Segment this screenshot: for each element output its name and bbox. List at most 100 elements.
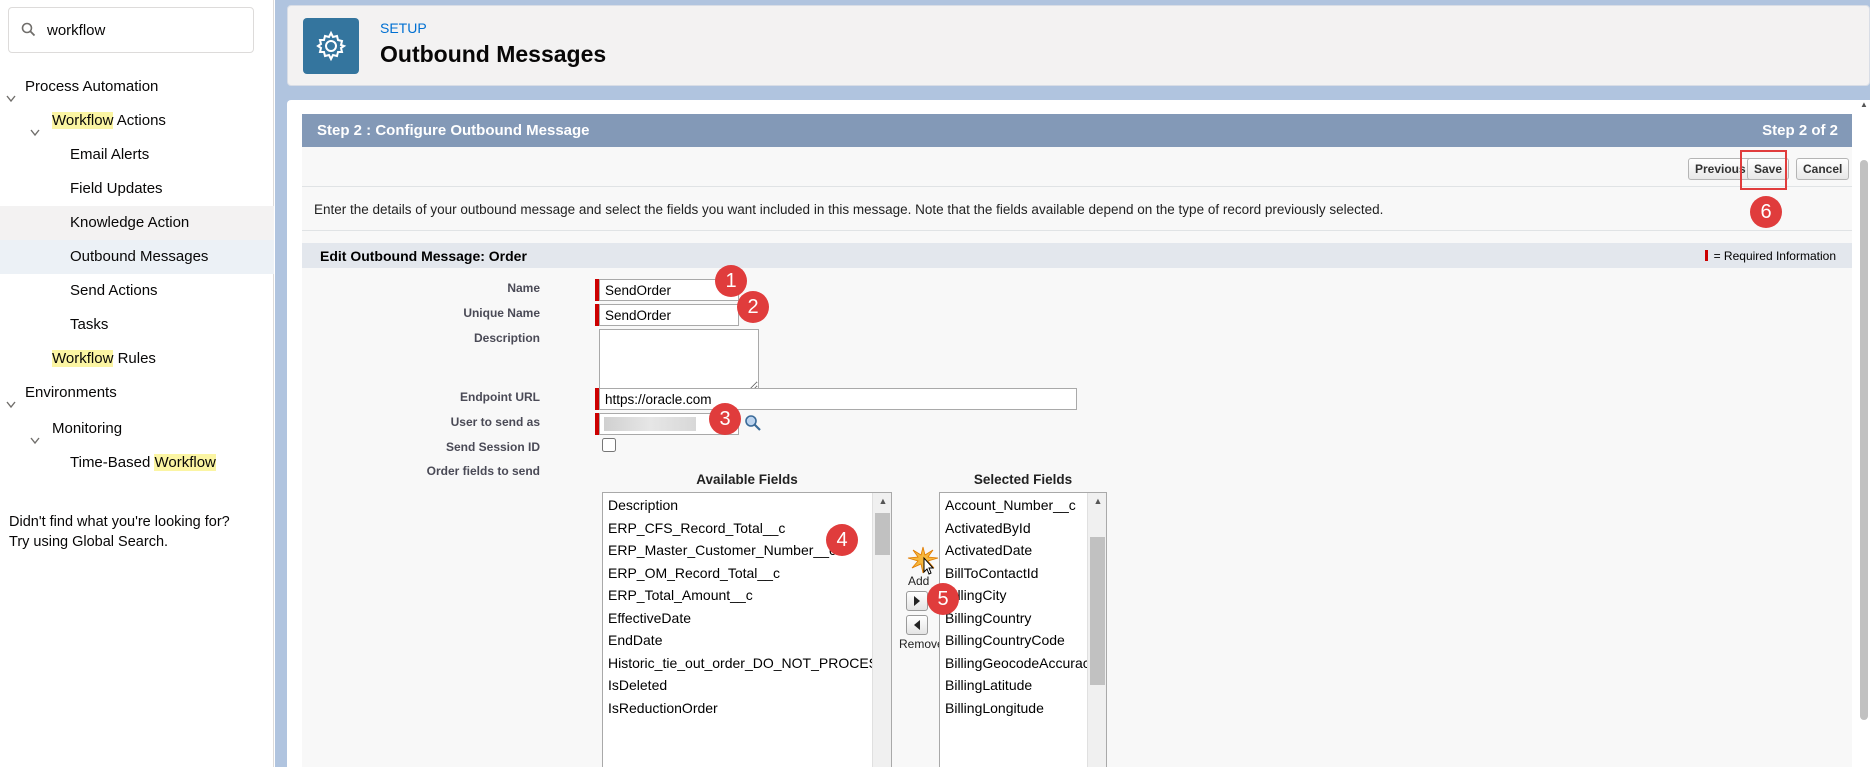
tree-item-email-alerts[interactable]: Email Alerts — [0, 138, 274, 172]
scrollbar[interactable]: ▲ — [1087, 493, 1106, 767]
tree-item-label: Knowledge Action — [70, 214, 190, 231]
scroll-up-icon[interactable]: ▲ — [873, 493, 891, 509]
list-option[interactable]: BillingLongitude — [945, 697, 1044, 719]
divider — [302, 230, 1852, 231]
required-legend: = Required Information — [1704, 249, 1836, 263]
tree-item-time-based-workflow[interactable]: Time-Based Workflow — [0, 446, 274, 480]
step-badge: 5 — [927, 583, 959, 615]
scroll-thumb[interactable] — [1860, 160, 1868, 720]
tree-item-label: Actions — [113, 112, 166, 129]
breadcrumb[interactable]: SETUP — [380, 20, 427, 36]
redacted-value — [604, 417, 696, 431]
add-label: Add — [908, 574, 930, 588]
list-option[interactable]: ERP_Total_Amount__c — [608, 584, 753, 606]
tree-item-label: Email Alerts — [70, 146, 150, 163]
list-option[interactable]: ActivatedById — [945, 517, 1031, 539]
quick-find-box[interactable] — [8, 7, 254, 53]
selected-fields-title: Selected Fields — [973, 472, 1073, 487]
search-highlight: Workflow — [52, 112, 114, 129]
send-session-id-checkbox[interactable] — [602, 438, 616, 452]
outbound-message-wizard: Step 2 : Configure Outbound Message Step… — [302, 114, 1852, 767]
section-title: Edit Outbound Message: Order — [320, 248, 527, 264]
tree-item-label: Send Actions — [70, 282, 158, 299]
section-header: Edit Outbound Message: Order = Required … — [302, 243, 1852, 268]
list-option[interactable]: IsDeleted — [608, 674, 667, 696]
step-badge: 4 — [826, 524, 858, 556]
tree-item-workflow-rules[interactable]: Workflow Rules — [0, 342, 274, 376]
tree-item-label: Outbound Messages — [70, 248, 209, 265]
description-textarea[interactable] — [599, 329, 759, 391]
tree-item-label: Rules — [113, 350, 156, 367]
list-option[interactable]: BillingCountryCode — [945, 629, 1065, 651]
tree-item-environments[interactable]: Environments — [0, 376, 274, 410]
intro-text: Enter the details of your outbound messa… — [314, 202, 1384, 217]
tree-item-knowledge-action[interactable]: Knowledge Action — [0, 206, 274, 240]
sidebar-help-text: Didn't find what you're looking for? Try… — [9, 512, 269, 552]
tree-item-tasks[interactable]: Tasks — [0, 308, 274, 342]
required-marker — [1704, 250, 1708, 261]
list-option[interactable]: BillingLatitude — [945, 674, 1032, 696]
page-header: SETUP Outbound Messages — [287, 5, 1870, 86]
list-option[interactable]: Account_Number__c — [945, 494, 1076, 516]
unique-name-input[interactable] — [599, 304, 739, 326]
step-badge: 3 — [709, 403, 741, 435]
quick-find-input[interactable] — [45, 17, 245, 43]
tree-item-label: Field Updates — [70, 180, 163, 197]
list-option[interactable]: EndDate — [608, 629, 662, 651]
scroll-thumb[interactable] — [875, 513, 890, 555]
remove-button[interactable] — [906, 615, 928, 635]
setup-sidebar: Process Automation Workflow Actions Emai… — [0, 0, 274, 767]
step-badge: 1 — [715, 265, 747, 297]
endpoint-url-label: Endpoint URL — [460, 390, 540, 404]
tree-item-workflow-actions[interactable]: Workflow Actions — [0, 104, 274, 138]
scrollbar[interactable]: ▲ — [872, 493, 891, 767]
send-session-id-label: Send Session ID — [445, 440, 540, 454]
endpoint-url-input[interactable] — [599, 388, 1077, 410]
list-option[interactable]: EffectiveDate — [608, 607, 691, 629]
add-button[interactable] — [906, 591, 928, 611]
scroll-up-icon[interactable]: ▲ — [1859, 100, 1869, 112]
tree-item-outbound-messages[interactable]: Outbound Messages — [0, 240, 274, 274]
user-to-send-as-label: User to send as — [450, 415, 540, 429]
search-highlight: Workflow — [154, 454, 216, 471]
page-scrollbar[interactable]: ▲ — [1858, 100, 1870, 767]
list-option[interactable]: ActivatedDate — [945, 539, 1032, 561]
name-label: Name — [507, 281, 540, 295]
scroll-up-icon[interactable]: ▲ — [1088, 493, 1106, 509]
selected-fields-list[interactable]: Account_Number__c ActivatedById ActivatedD… — [939, 492, 1107, 767]
tree-item-label: Process Automation — [25, 78, 159, 95]
button-row: Previous Save Cancel — [302, 147, 1852, 190]
description-label: Description — [473, 331, 540, 345]
step-count: Step 2 of 2 — [1762, 122, 1838, 139]
step-title: Step 2 : Configure Outbound Message — [317, 122, 590, 139]
tree-item-label: Environments — [25, 384, 117, 401]
order-fields-label: Order fields to send — [426, 464, 540, 478]
main-area: SETUP Outbound Messages Step 2 : Configu… — [275, 0, 1870, 767]
tree-item-monitoring[interactable]: Monitoring — [0, 412, 274, 446]
page-title: Outbound Messages — [380, 41, 607, 67]
unique-name-label: Unique Name — [463, 306, 540, 320]
gear-icon — [303, 18, 359, 74]
list-option[interactable]: ERP_OM_Record_Total__c — [608, 562, 780, 584]
list-option[interactable]: BillingGeocodeAccuracy — [945, 652, 1097, 674]
step-badge: 2 — [737, 291, 769, 323]
save-highlight-box — [1740, 150, 1787, 190]
tree-item-label: Monitoring — [52, 420, 123, 437]
available-fields-title: Available Fields — [696, 472, 798, 487]
list-option[interactable]: BillToContactId — [945, 562, 1038, 584]
cancel-button[interactable]: Cancel — [1796, 158, 1850, 180]
help-line: Didn't find what you're looking for? — [9, 514, 230, 530]
search-highlight: Workflow — [52, 350, 114, 367]
list-option[interactable]: BillingCountry — [945, 607, 1031, 629]
list-option[interactable]: IsReductionOrder — [608, 697, 718, 719]
tree-item-send-actions[interactable]: Send Actions — [0, 274, 274, 308]
list-option[interactable]: ERP_CFS_Record_Total__c — [608, 517, 785, 539]
lookup-icon[interactable] — [744, 414, 762, 437]
list-option[interactable]: Historic_tie_out_order_DO_NOT_PROCESS__c — [608, 652, 891, 674]
tree-item-field-updates[interactable]: Field Updates — [0, 172, 274, 206]
tree-item-process-automation[interactable]: Process Automation — [0, 70, 274, 104]
required-legend-text: = Required Information — [1713, 249, 1836, 263]
scroll-thumb[interactable] — [1090, 537, 1105, 685]
list-option[interactable]: ERP_Master_Customer_Number__c — [608, 539, 836, 561]
list-option[interactable]: Description — [608, 494, 678, 516]
